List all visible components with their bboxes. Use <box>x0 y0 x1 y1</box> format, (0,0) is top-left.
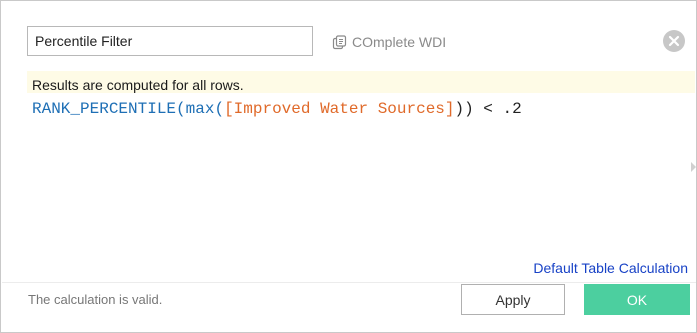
formula-editor[interactable]: Results are computed for all rows. RANK_… <box>27 71 695 261</box>
formula-paren-open: ( <box>176 100 186 118</box>
datasource-label: COmplete WDI <box>352 34 447 50</box>
datasource-icon <box>332 34 347 50</box>
datasource-indicator: COmplete WDI <box>332 32 446 52</box>
formula-function-max[interactable]: max <box>186 100 215 118</box>
formula-field-reference[interactable]: [Improved Water Sources] <box>224 100 454 118</box>
default-table-calculation-link[interactable]: Default Table Calculation <box>533 260 688 276</box>
formula-paren-open-inner: ( <box>214 100 225 118</box>
validation-status: The calculation is valid. <box>28 292 163 307</box>
calculation-editor-dialog: COmplete WDI Results are computed for al… <box>0 0 697 333</box>
formula-text[interactable]: RANK_PERCENTILE(max([Improved Water Sour… <box>32 99 522 119</box>
formula-comparison: )) < .2 <box>454 100 522 118</box>
panel-expand-arrow-icon[interactable] <box>691 162 696 172</box>
formula-function-rank-percentile[interactable]: RANK_PERCENTILE <box>32 100 176 118</box>
calculation-name-input[interactable] <box>27 26 313 56</box>
ok-button[interactable]: OK <box>584 284 690 315</box>
footer-divider <box>2 282 696 283</box>
close-icon[interactable] <box>663 30 685 52</box>
info-message: Results are computed for all rows. <box>32 77 244 93</box>
info-bar: Results are computed for all rows. <box>27 71 695 93</box>
apply-button[interactable]: Apply <box>461 284 565 315</box>
